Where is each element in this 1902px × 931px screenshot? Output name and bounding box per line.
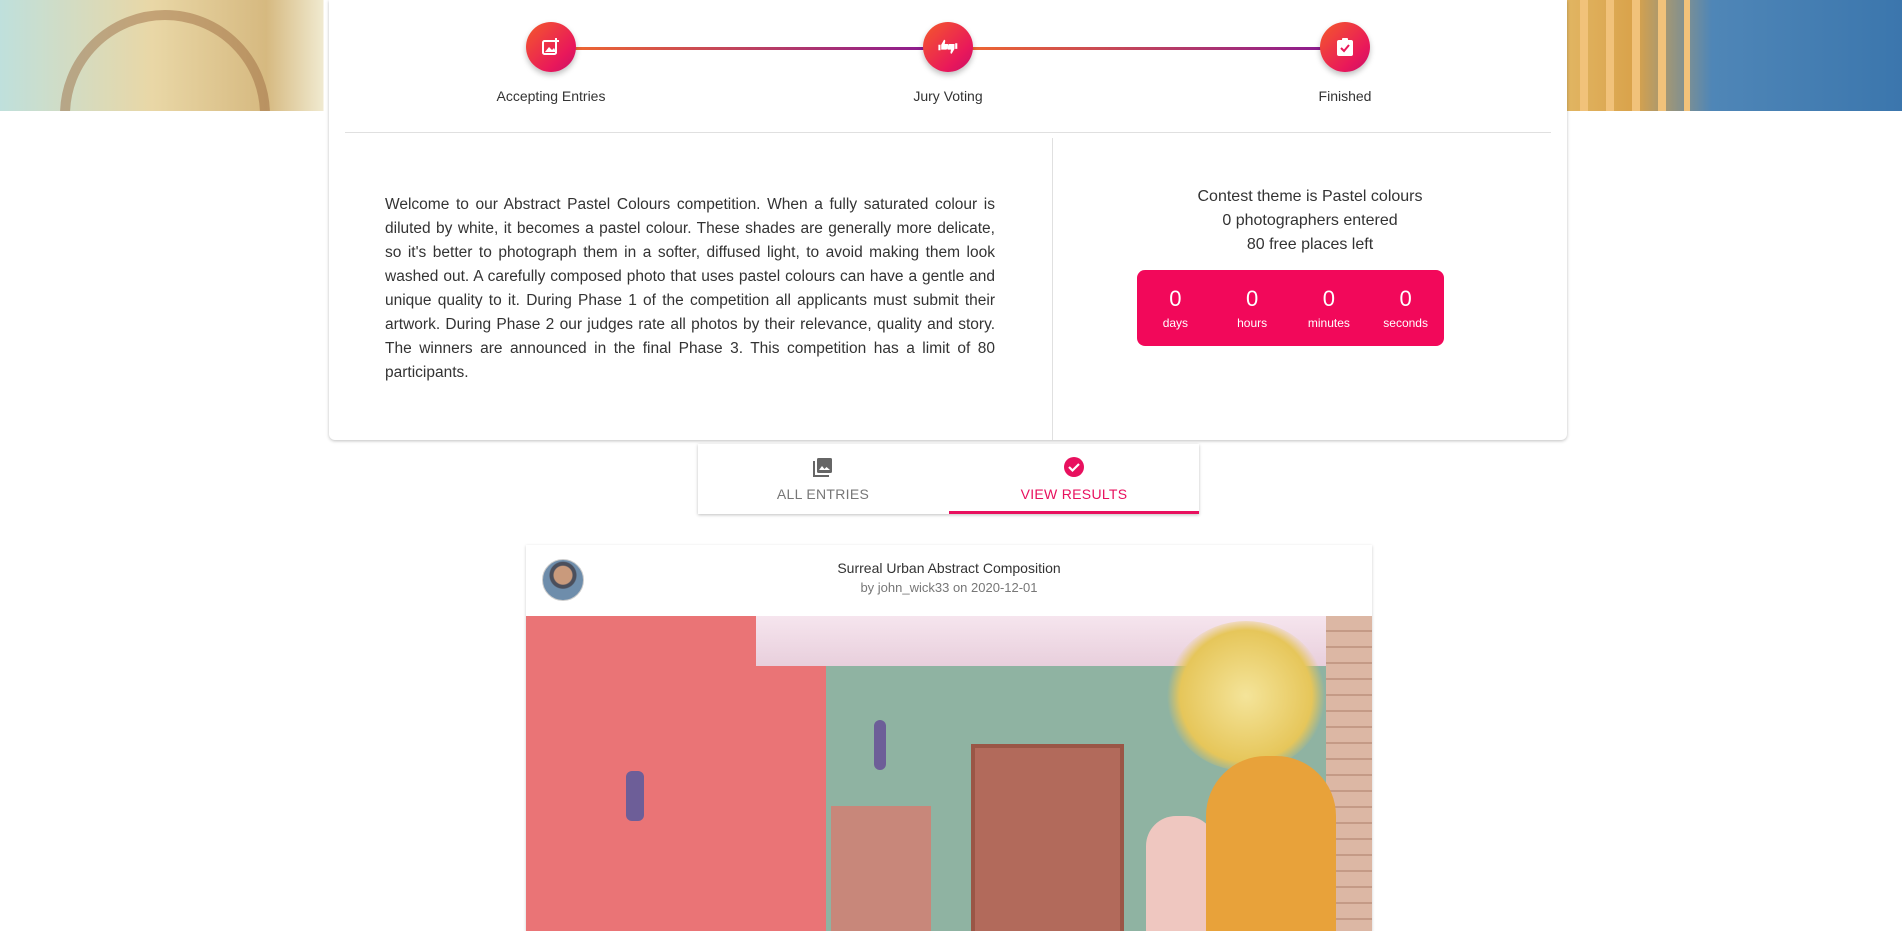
countdown-value: 0 [1399,286,1412,311]
countdown-label: seconds [1383,316,1428,330]
entries-tabs: ALL ENTRIES VIEW RESULTS [698,444,1199,514]
add-photo-icon [526,22,576,72]
result-entry-card: Surreal Urban Abstract Composition by jo… [526,545,1372,931]
photo-library-icon [698,456,948,478]
step-label: Finished [1318,88,1372,104]
countdown-label: minutes [1307,316,1350,330]
countdown-value: 0 [1246,286,1259,311]
countdown-minutes: 0 minutes [1294,286,1364,330]
cover-arch-detail [60,10,270,111]
countdown-hours: 0 hours [1217,286,1287,330]
free-places-left: 80 free places left [1246,236,1374,253]
countdown-label: hours [1237,316,1268,330]
countdown-value: 0 [1169,286,1182,311]
tab-label: ALL ENTRIES [776,486,870,502]
tab-view-results[interactable]: VIEW RESULTS [949,444,1199,514]
horizontal-divider [345,132,1551,133]
photo-detail [874,720,886,770]
phase-stepper: Accepting Entries Jury Voting Finished [329,0,1567,132]
step-jury-voting: Jury Voting [848,22,1048,104]
vertical-divider [1052,138,1053,440]
cover-bars-detail [1580,0,1690,111]
countdown-value: 0 [1322,286,1335,311]
assignment-check-icon [1320,22,1370,72]
step-label: Accepting Entries [496,88,606,104]
check-circle-icon [949,456,1199,478]
entry-title[interactable]: Surreal Urban Abstract Composition [526,560,1372,576]
entry-photo[interactable] [526,616,1372,931]
entry-header: Surreal Urban Abstract Composition by jo… [526,545,1372,616]
contest-stats: Contest theme is Pastel colours 0 photog… [1053,185,1567,257]
contest-info-card: Accepting Entries Jury Voting Finished W… [329,0,1567,440]
contest-description: Welcome to our Abstract Pastel Colours c… [385,196,995,381]
step-finished: Finished [1245,22,1445,104]
tab-label: VIEW RESULTS [1020,486,1128,502]
countdown-label: days [1162,316,1189,330]
countdown-days: 0 days [1140,286,1210,330]
photo-detail [626,771,644,821]
photographers-entered: 0 photographers entered [1222,212,1398,229]
countdown-seconds: 0 seconds [1371,286,1441,330]
countdown-timer: 0 days 0 hours 0 minutes 0 seconds [1137,270,1444,346]
step-accepting-entries: Accepting Entries [451,22,651,104]
contest-theme: Contest theme is Pastel colours [1197,188,1423,205]
photo-detail [1166,621,1326,771]
photo-detail [831,806,931,931]
photo-detail [971,744,1124,931]
step-label: Jury Voting [913,88,983,104]
tab-all-entries[interactable]: ALL ENTRIES [698,444,948,514]
thumbs-up-down-icon [923,22,973,72]
entry-byline: by john_wick33 on 2020-12-01 [860,580,1038,595]
photo-detail [1206,756,1336,931]
